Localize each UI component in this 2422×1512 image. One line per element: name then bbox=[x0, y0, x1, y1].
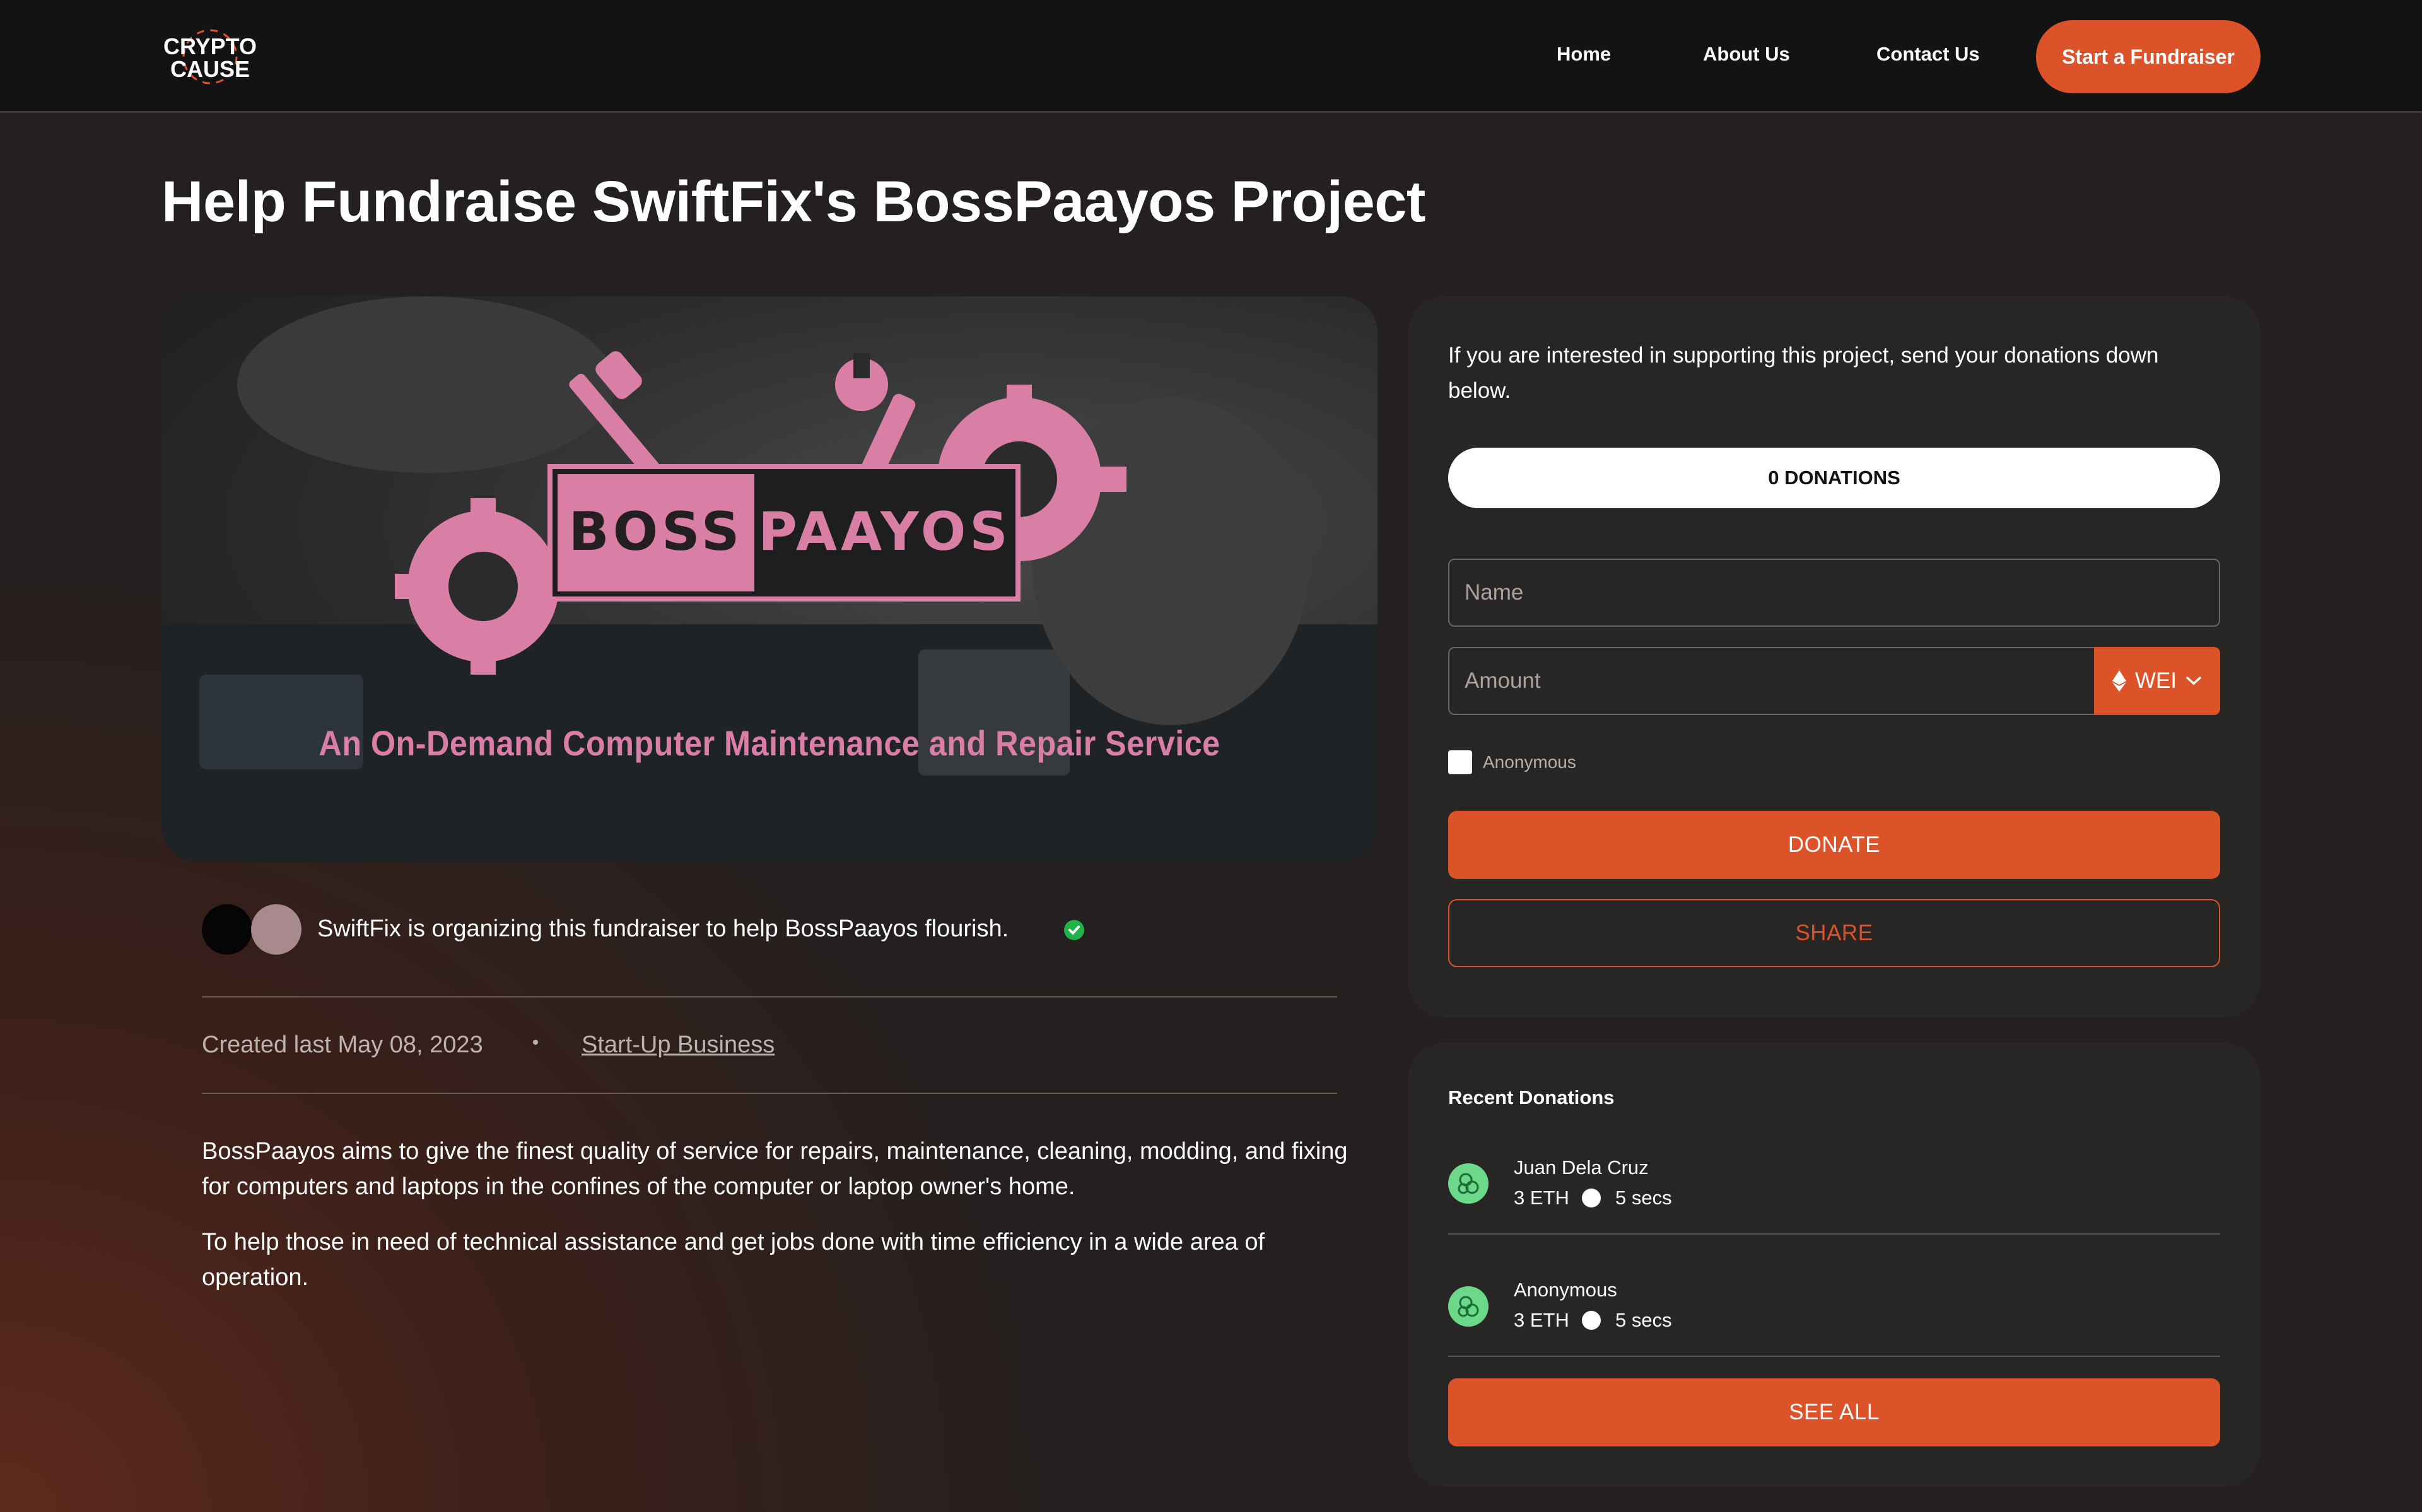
donor-separator-dot bbox=[1582, 1311, 1601, 1330]
donation-intro-text: If you are interested in supporting this… bbox=[1448, 343, 2159, 403]
donor-icon bbox=[1448, 1286, 1489, 1327]
currency-unit-select[interactable]: WEI bbox=[2094, 647, 2220, 715]
donor-name: Anonymous bbox=[1514, 1279, 1617, 1301]
organizer-avatar-swiftfix bbox=[202, 904, 252, 955]
description-paragraph-2: To help those in need of technical assis… bbox=[202, 1229, 1265, 1291]
organizer-avatar-bosspaayos bbox=[251, 904, 301, 955]
divider-top bbox=[202, 996, 1337, 997]
nav-link-about-us[interactable]: About Us bbox=[1703, 43, 1790, 66]
meta-separator-dot bbox=[533, 1040, 538, 1045]
donor-amount: 3 ETH bbox=[1514, 1309, 1569, 1331]
logo-mark: CRYPTO CAUSE bbox=[163, 29, 257, 84]
donor-separator-dot bbox=[1582, 1189, 1601, 1207]
share-button[interactable]: SHARE bbox=[1448, 899, 2220, 967]
donor-amount: 3 ETH bbox=[1514, 1187, 1569, 1209]
currency-unit-label: WEI bbox=[2134, 668, 2177, 693]
nav-link-home[interactable]: Home bbox=[1557, 43, 1611, 66]
created-date: Created last May 08, 2023 bbox=[202, 1032, 483, 1058]
donor-icon bbox=[1448, 1163, 1489, 1204]
donate-button[interactable]: DONATE bbox=[1448, 811, 2220, 879]
logo-text-line2: CAUSE bbox=[170, 56, 250, 82]
anonymous-checkbox[interactable] bbox=[1448, 750, 1472, 774]
project-hero-image: BOSS PAAYOS An On-Demand Computer Mainte… bbox=[161, 296, 1378, 863]
organizer-text: SwiftFix is organizing this fundraiser t… bbox=[317, 916, 1009, 942]
top-navbar: CRYPTO CAUSE Home About Us Contact Us St… bbox=[0, 0, 2422, 113]
donor-time: 5 secs bbox=[1615, 1309, 1672, 1331]
donor-time: 5 secs bbox=[1615, 1187, 1672, 1209]
ethereum-icon bbox=[2112, 670, 2126, 692]
anonymous-label: Anonymous bbox=[1483, 752, 1576, 772]
donor-name-input[interactable] bbox=[1448, 559, 2220, 627]
divider-bottom bbox=[202, 1093, 1337, 1094]
hero-tagline: An On-Demand Computer Maintenance and Re… bbox=[319, 723, 1220, 763]
donor-name: Juan Dela Cruz bbox=[1514, 1156, 1649, 1178]
description-paragraph-1: BossPaayos aims to give the finest quali… bbox=[202, 1138, 1348, 1200]
donation-amount-input[interactable] bbox=[1448, 647, 2095, 715]
chevron-down-icon bbox=[2186, 677, 2201, 685]
logo-text-line1: CRYPTO bbox=[163, 33, 257, 59]
hero-logo-boss: BOSS bbox=[569, 501, 744, 562]
category-link[interactable]: Start-Up Business bbox=[582, 1032, 775, 1059]
start-fundraiser-button[interactable]: Start a Fundraiser bbox=[2036, 20, 2261, 93]
donation-row-divider bbox=[1448, 1356, 2220, 1357]
page-title: Help Fundraise SwiftFix's BossPaayos Pro… bbox=[161, 170, 1426, 234]
recent-donations-title: Recent Donations bbox=[1448, 1086, 1615, 1108]
hero-illustration: BOSS PAAYOS bbox=[161, 296, 1378, 863]
crypto-cause-logo[interactable]: CRYPTO CAUSE bbox=[163, 26, 257, 87]
verified-check-icon bbox=[1064, 920, 1084, 940]
hero-logo-paayos: PAAYOS bbox=[758, 501, 1012, 562]
donations-count-badge: 0 DONATIONS bbox=[1448, 448, 2220, 508]
nav-link-contact-us[interactable]: Contact Us bbox=[1876, 43, 1980, 66]
see-all-button[interactable]: SEE ALL bbox=[1448, 1378, 2220, 1446]
donation-row-divider bbox=[1448, 1233, 2220, 1235]
